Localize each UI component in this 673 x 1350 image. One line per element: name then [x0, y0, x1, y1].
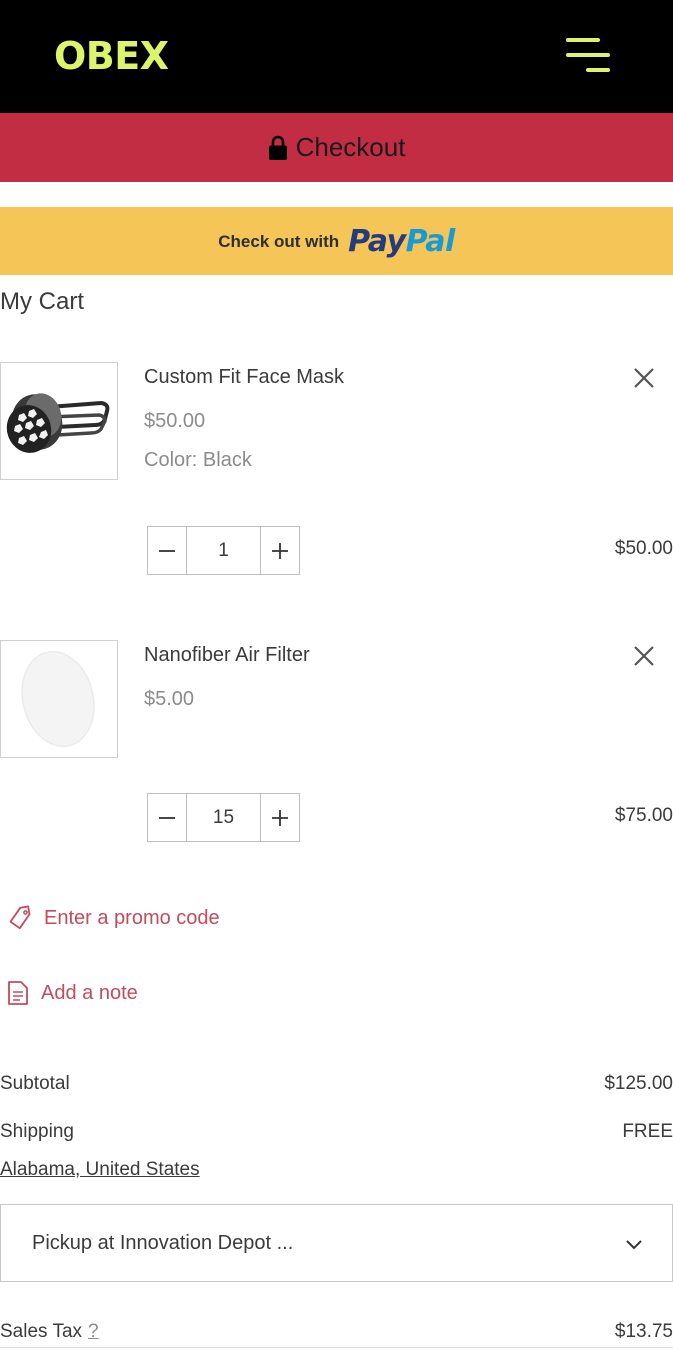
menu-icon-line: [566, 53, 610, 57]
subtotal-row: Subtotal $125.00: [0, 1073, 673, 1095]
promo-code-label: Enter a promo code: [44, 906, 220, 929]
menu-icon-line: [586, 68, 610, 72]
item-line-total: $50.00: [614, 538, 673, 559]
site-header: OBEX: [0, 0, 673, 113]
quantity-stepper: 1: [147, 526, 300, 575]
sales-tax-help-link[interactable]: ?: [88, 1321, 99, 1342]
checkout-button[interactable]: Checkout: [0, 113, 673, 182]
increase-quantity-button[interactable]: [261, 794, 299, 841]
close-icon: [634, 368, 654, 388]
menu-icon: [566, 38, 600, 42]
sales-tax-label: Sales Tax: [0, 1321, 83, 1342]
cart-item: Custom Fit Face Mask $50.00 Color: Black…: [0, 362, 673, 592]
sales-tax-row: Sales Tax? $13.75: [0, 1321, 673, 1343]
minus-icon: [159, 816, 175, 819]
product-thumbnail[interactable]: [0, 640, 118, 758]
increase-quantity-button[interactable]: [261, 527, 299, 574]
shipping-value: FREE: [622, 1121, 673, 1142]
subtotal-value: $125.00: [604, 1073, 673, 1094]
sales-tax-value: $13.75: [614, 1321, 673, 1342]
face-mask-image: [6, 393, 110, 453]
shipping-method-select[interactable]: Pickup at Innovation Depot ...: [0, 1204, 673, 1282]
tag-icon: [9, 905, 31, 930]
lock-icon: [268, 135, 287, 160]
plus-icon: [272, 809, 288, 826]
decrease-quantity-button[interactable]: [148, 794, 186, 841]
paypal-prefix: Check out with: [218, 232, 340, 251]
decrease-quantity-button[interactable]: [148, 527, 186, 574]
note-icon: [8, 981, 28, 1005]
air-filter-image: [21, 650, 95, 748]
divider: [0, 1347, 673, 1348]
add-note-label: Add a note: [41, 981, 138, 1004]
remove-item-button[interactable]: [628, 640, 660, 672]
chevron-down-icon: [626, 1240, 642, 1250]
shipping-row: Shipping FREE: [0, 1121, 673, 1143]
subtotal-label: Subtotal: [0, 1073, 70, 1094]
product-thumbnail[interactable]: [0, 362, 118, 480]
quantity-stepper: 15: [147, 793, 300, 842]
item-line-total: $75.00: [614, 805, 673, 826]
cart-title: My Cart: [0, 288, 84, 315]
plus-icon: [272, 542, 288, 559]
item-name[interactable]: Nanofiber Air Filter: [144, 644, 310, 667]
menu-button[interactable]: [562, 34, 614, 78]
paypal-checkout-button[interactable]: Check out with PayPal: [0, 207, 673, 275]
remove-item-button[interactable]: [628, 362, 660, 394]
quantity-input[interactable]: 15: [186, 794, 261, 841]
minus-icon: [159, 549, 175, 552]
cart-item: Nanofiber Air Filter $5.00 15 $75.00: [0, 640, 673, 860]
item-price: $50.00: [144, 410, 206, 432]
item-price: $5.00: [144, 688, 195, 710]
item-name[interactable]: Custom Fit Face Mask: [144, 366, 344, 389]
checkout-label: Checkout: [295, 132, 406, 162]
paypal-logo-pay: Pay: [348, 223, 406, 259]
shipping-location-link[interactable]: Alabama, United States: [0, 1159, 200, 1181]
quantity-input[interactable]: 1: [186, 527, 261, 574]
item-option: Color: Black: [144, 449, 252, 471]
paypal-logo: PayPal: [348, 224, 455, 259]
site-logo[interactable]: OBEX: [54, 34, 169, 78]
paypal-logo-pal: Pal: [405, 223, 456, 259]
shipping-method-value: Pickup at Innovation Depot ...: [32, 1232, 294, 1254]
promo-code-link[interactable]: Enter a promo code: [0, 904, 220, 932]
add-note-link[interactable]: Add a note: [0, 980, 138, 1006]
close-icon: [634, 646, 654, 666]
shipping-label: Shipping: [0, 1121, 74, 1142]
